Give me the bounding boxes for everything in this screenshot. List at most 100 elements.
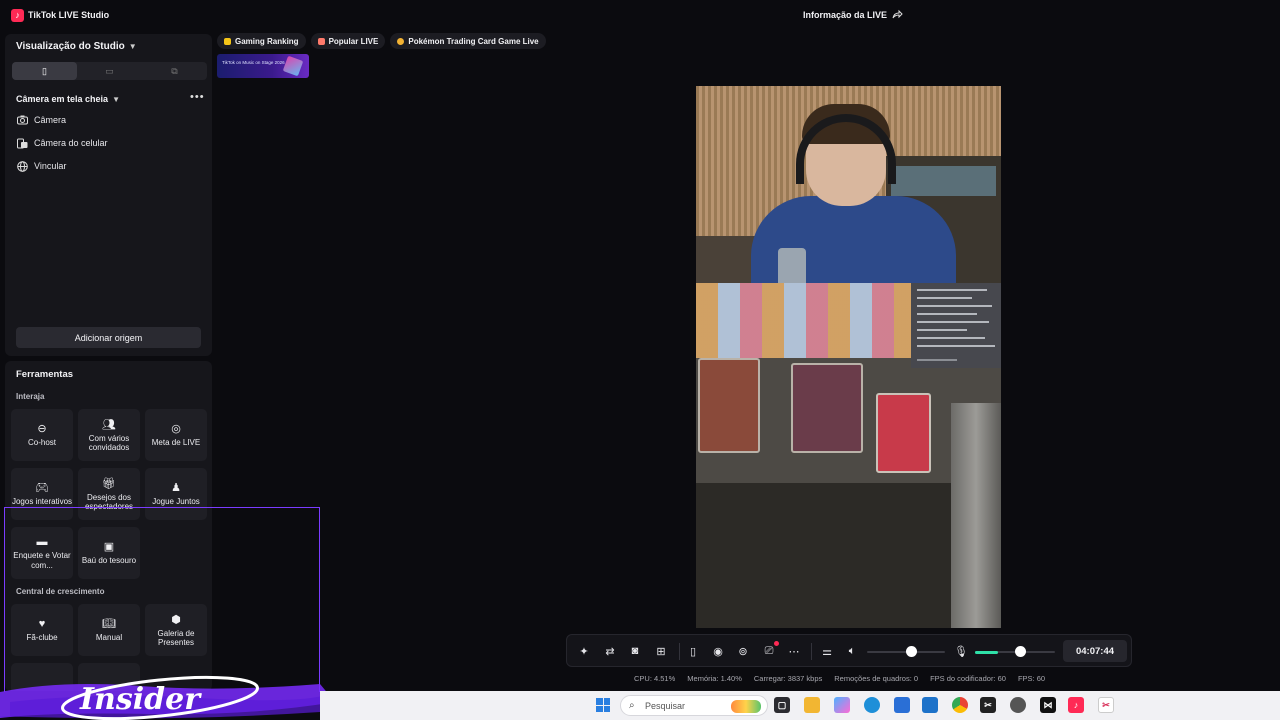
live-category-chips: Gaming Ranking Popular LIVE Pokémon Trad… bbox=[217, 33, 546, 49]
studio-panel: Visualização do Studio ▼ ▯ ▭ ⧉ Câmera em … bbox=[5, 34, 212, 356]
upload-stat: Carregar: 3837 kbps bbox=[753, 674, 823, 683]
title-bar: ♪ TikTok LIVE Studio Informação da LIVE bbox=[0, 0, 1280, 32]
banner-art bbox=[282, 55, 304, 77]
source-label: Câmera do celular bbox=[34, 138, 108, 148]
source-item-camera[interactable]: Câmera bbox=[16, 114, 66, 126]
settings-sliders-icon[interactable]: ⚌ bbox=[819, 643, 835, 659]
source-item-link[interactable]: Vincular bbox=[16, 160, 66, 172]
snipping-tool-icon[interactable]: ✂ bbox=[1098, 697, 1114, 713]
chip-popular-live[interactable]: Popular LIVE bbox=[310, 33, 386, 49]
microphone-icon[interactable]: 🎙︎ bbox=[953, 643, 969, 659]
graded-card bbox=[876, 393, 931, 473]
phone-icon[interactable]: ▯ bbox=[685, 643, 701, 659]
chip-gaming-ranking[interactable]: Gaming Ranking bbox=[217, 33, 306, 49]
edge-icon[interactable] bbox=[864, 697, 880, 713]
store-icon[interactable] bbox=[894, 697, 910, 713]
memory-stat: Memória: 1.40% bbox=[687, 674, 742, 683]
portrait-mode-button[interactable]: ▯ bbox=[12, 62, 77, 80]
orientation-switch: ▯ ▭ ⧉ bbox=[12, 62, 207, 80]
screenshot-icon[interactable]: ◙ bbox=[627, 643, 643, 659]
target-icon: ◎ bbox=[171, 423, 181, 436]
dual-mode-button[interactable]: ⧉ bbox=[142, 62, 207, 80]
phone-camera-icon bbox=[16, 137, 28, 149]
record-icon[interactable]: ◉ bbox=[710, 643, 726, 659]
encoder-fps-stat: FPS do codificador: 60 bbox=[930, 674, 1006, 683]
obs-icon[interactable] bbox=[1010, 697, 1026, 713]
share-icon[interactable] bbox=[891, 9, 903, 21]
insider-watermark-logo: Insider bbox=[0, 675, 335, 720]
copilot-icon[interactable] bbox=[834, 697, 850, 713]
speaker-icon[interactable]: 🔈︎ bbox=[844, 643, 860, 659]
file-explorer-icon[interactable] bbox=[804, 697, 820, 713]
studio-view-dropdown[interactable]: Visualização do Studio ▼ bbox=[16, 41, 137, 52]
source-label: Vincular bbox=[34, 161, 67, 171]
add-screen-icon[interactable]: ⊞ bbox=[653, 643, 669, 659]
phone-in-hand bbox=[778, 248, 806, 288]
tools-title: Ferramentas bbox=[16, 369, 74, 380]
cohost-tile[interactable]: ⊖ Co-host bbox=[11, 409, 73, 461]
outlook-icon[interactable] bbox=[922, 697, 938, 713]
metal-tin bbox=[951, 403, 1001, 628]
live-preview bbox=[696, 86, 1001, 628]
tiktok-logo-icon: ♪ bbox=[11, 9, 24, 22]
event-banner[interactable]: TikTok on Music on Stage 2026 bbox=[217, 54, 309, 78]
graded-card bbox=[698, 358, 760, 453]
magic-wand-icon[interactable]: ✦ bbox=[576, 643, 592, 659]
search-placeholder: Pesquisar bbox=[645, 701, 686, 711]
windows-taskbar: ⌕ Pesquisar ▢ ✂ ⋈ ♪ ✂ bbox=[320, 691, 1280, 720]
chip-pokemon-tcg[interactable]: Pokémon Trading Card Game Live bbox=[390, 33, 546, 49]
tile-label: Meta de LIVE bbox=[151, 438, 201, 448]
more-icon[interactable]: ⋯ bbox=[786, 643, 802, 659]
capture-icon[interactable]: ⊚ bbox=[735, 643, 751, 659]
source-item-phone-camera[interactable]: Câmera do celular bbox=[16, 137, 108, 149]
pokemon-icon bbox=[397, 37, 405, 45]
live-info-title[interactable]: Informação da LIVE bbox=[803, 10, 887, 20]
mic-knob[interactable] bbox=[1015, 646, 1026, 657]
chevron-down-icon: ▼ bbox=[112, 95, 120, 104]
app-title: TikTok LIVE Studio bbox=[28, 10, 110, 20]
banner-text: TikTok on Music on Stage 2026 bbox=[222, 60, 285, 65]
crown-icon bbox=[224, 37, 231, 45]
live-timer: 04:07:44 bbox=[1063, 640, 1127, 662]
cards-camera-view bbox=[696, 283, 1001, 628]
tile-label: Co-host bbox=[27, 438, 56, 448]
cpu-stat: CPU: 4.51% bbox=[634, 674, 676, 683]
link-icon: ⊖ bbox=[37, 423, 47, 436]
taskbar-search[interactable]: ⌕ Pesquisar bbox=[620, 695, 768, 716]
scene-dropdown[interactable]: Câmera em tela cheia ▼ bbox=[16, 94, 120, 104]
landscape-mode-button[interactable]: ▭ bbox=[77, 62, 142, 80]
tiktok-live-studio-taskbar-icon[interactable]: ♪ bbox=[1068, 697, 1084, 713]
chrome-icon[interactable] bbox=[952, 697, 968, 713]
source-label: Câmera bbox=[34, 115, 67, 125]
mic-level bbox=[975, 651, 998, 654]
svg-text:Insider: Insider bbox=[79, 682, 202, 717]
globe-icon bbox=[16, 160, 28, 172]
section-interact-label: Interaja bbox=[16, 392, 45, 401]
chevron-down-icon: ▼ bbox=[128, 42, 137, 51]
multi-guest-tile[interactable]: 👥︎ Com vários convidados bbox=[78, 409, 140, 461]
heart-badge-icon bbox=[317, 37, 325, 45]
chat-overlay bbox=[911, 283, 1001, 368]
volume-knob[interactable] bbox=[906, 646, 917, 657]
capcut-icon[interactable]: ✂ bbox=[980, 697, 996, 713]
translate-icon[interactable]: ⇄ bbox=[602, 643, 618, 659]
task-view-icon[interactable]: ▢ bbox=[774, 697, 790, 713]
live-control-bar: ✦ ⇄ ◙ ⊞ ▯ ◉ ⊚ ⎚ ⋯ ⚌ 🔈︎ 🎙︎ 04:07:44 bbox=[566, 634, 1132, 667]
tile-label: Com vários convidados bbox=[88, 433, 130, 453]
dropped-frames-stat: Remoções de quadros: 0 bbox=[834, 674, 919, 683]
status-bar: CPU: 4.51% Memória: 1.40% Carregar: 3837… bbox=[634, 674, 1045, 683]
live-goal-tile[interactable]: ◎ Meta de LIVE bbox=[145, 409, 207, 461]
search-icon: ⌕ bbox=[629, 700, 635, 711]
guests-icon: 👥︎ bbox=[102, 418, 116, 431]
video-shelf-display bbox=[891, 166, 996, 196]
windows-start-icon[interactable] bbox=[596, 698, 610, 712]
search-highlight-art bbox=[731, 700, 761, 713]
fps-stat: FPS: 60 bbox=[1017, 674, 1046, 683]
add-source-button[interactable]: Adicionar origem bbox=[16, 327, 201, 348]
card-binder bbox=[696, 283, 911, 358]
notification-dot bbox=[774, 641, 779, 646]
app-icon[interactable]: ⋈ bbox=[1040, 697, 1056, 713]
gift-icon: 🎁︎ bbox=[102, 477, 116, 490]
camera-icon bbox=[16, 114, 28, 126]
more-options-icon[interactable]: ••• bbox=[190, 91, 205, 103]
